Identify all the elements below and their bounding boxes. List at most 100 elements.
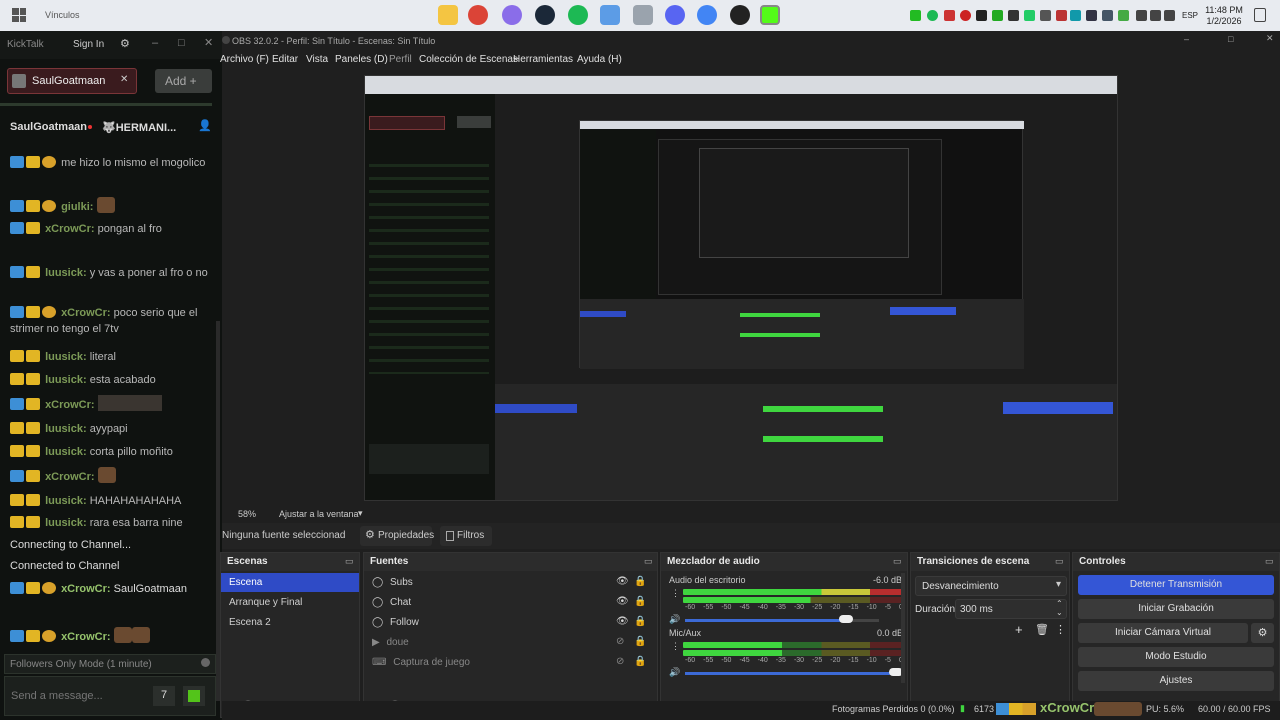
menu-vista[interactable]: Vista bbox=[306, 54, 328, 65]
message-input[interactable] bbox=[11, 687, 141, 705]
preview-canvas[interactable] bbox=[364, 75, 1118, 501]
source-item[interactable]: ▶ doue ⊘ 🔒 bbox=[364, 633, 654, 652]
kick-emote-icon[interactable] bbox=[183, 686, 205, 706]
tray-icon[interactable] bbox=[1070, 10, 1081, 21]
studio-mode-button[interactable]: Modo Estudio bbox=[1078, 647, 1274, 667]
trash-icon[interactable]: 🗑 bbox=[1035, 623, 1049, 636]
menu-coleccion[interactable]: Colección de Escenas bbox=[419, 54, 518, 65]
tray-icon[interactable] bbox=[910, 10, 921, 21]
hidden-icon[interactable]: ⊘ bbox=[616, 656, 624, 667]
add-chatroom-button[interactable]: Add + bbox=[155, 69, 212, 93]
username[interactable]: luusick: bbox=[45, 267, 87, 279]
emote-picker-icon[interactable]: 7 bbox=[153, 686, 175, 706]
username[interactable]: luusick: bbox=[45, 495, 87, 507]
source-item[interactable]: ⌨ Captura de juego ⊘ 🔒 bbox=[364, 653, 654, 672]
lock-icon[interactable]: 🔒 bbox=[634, 596, 646, 607]
user-icon[interactable]: 👤 bbox=[198, 119, 212, 132]
source-item[interactable]: ◯ Subs 👁 🔒 bbox=[364, 573, 654, 592]
start-recording-button[interactable]: Iniciar Grabación bbox=[1078, 599, 1274, 619]
tray-icon[interactable] bbox=[1008, 10, 1019, 21]
lock-icon[interactable]: 🔒 bbox=[634, 656, 646, 667]
tray-icon[interactable] bbox=[1102, 10, 1113, 21]
close-icon[interactable]: ✕ bbox=[204, 36, 213, 49]
more-icon[interactable]: ⋮ bbox=[1055, 623, 1066, 636]
maximize-icon[interactable]: □ bbox=[1228, 34, 1233, 44]
obs-icon[interactable] bbox=[730, 5, 750, 25]
tray-icon[interactable] bbox=[1086, 10, 1097, 21]
dock-menu-icon[interactable]: ▭ bbox=[893, 556, 902, 567]
username[interactable]: xCrowCr: bbox=[61, 307, 111, 319]
tray-icon[interactable] bbox=[960, 10, 971, 21]
language-indicator[interactable]: ESP bbox=[1182, 11, 1198, 20]
zoom-level[interactable]: 58% bbox=[238, 509, 256, 519]
sign-in-button[interactable]: Sign In bbox=[73, 39, 104, 50]
filters-button[interactable]: Filtros bbox=[440, 526, 492, 546]
transition-select[interactable]: Desvanecimiento ▾ bbox=[915, 576, 1067, 596]
tray-icon[interactable] bbox=[1056, 10, 1067, 21]
lock-icon[interactable]: 🔒 bbox=[634, 576, 646, 587]
dock-menu-icon[interactable]: ▭ bbox=[1265, 556, 1274, 567]
spinner-up-icon[interactable]: ⌃ bbox=[1056, 599, 1063, 608]
properties-button[interactable]: ⚙ Propiedades bbox=[360, 526, 434, 546]
tray-icon[interactable] bbox=[1118, 10, 1129, 21]
username[interactable]: giulki: bbox=[61, 201, 93, 213]
channel-menu-icon[interactable]: ⋮ bbox=[671, 588, 680, 599]
minimize-icon[interactable]: – bbox=[1184, 34, 1189, 44]
scene-item[interactable]: Arranque y Final bbox=[221, 593, 359, 612]
visibility-icon[interactable]: 👁 bbox=[616, 596, 629, 607]
spinner-down-icon[interactable]: ⌄ bbox=[1056, 608, 1063, 617]
add-icon[interactable]: + bbox=[1015, 622, 1023, 637]
username[interactable]: luusick: bbox=[45, 446, 87, 458]
volume-icon[interactable]: 🔊 bbox=[669, 667, 680, 678]
menu-perfil[interactable]: Perfil bbox=[389, 54, 412, 65]
steam-icon[interactable] bbox=[535, 5, 555, 25]
mixer-scrollbar[interactable] bbox=[901, 573, 905, 683]
volume-slider-handle[interactable] bbox=[839, 615, 853, 623]
file-explorer-icon[interactable] bbox=[438, 5, 458, 25]
zoom-fit[interactable]: Ajustar a la ventana bbox=[279, 509, 359, 519]
volume-icon[interactable] bbox=[1150, 10, 1161, 21]
app-icon[interactable] bbox=[633, 5, 653, 25]
channel-menu-icon[interactable]: ⋮ bbox=[671, 641, 680, 652]
info-icon[interactable] bbox=[201, 658, 210, 667]
volume-icon[interactable]: 🔊 bbox=[669, 614, 680, 625]
chatroom-tab[interactable]: SaulGoatmaan ✕ bbox=[7, 68, 137, 94]
username[interactable]: luusick: bbox=[45, 374, 87, 386]
username[interactable]: xCrowCr: bbox=[61, 583, 111, 595]
kick-icon[interactable] bbox=[760, 5, 780, 25]
visibility-icon[interactable]: 👁 bbox=[616, 576, 629, 587]
scene-item[interactable]: Escena bbox=[221, 573, 359, 592]
close-icon[interactable]: ✕ bbox=[1266, 33, 1274, 44]
photos-icon[interactable] bbox=[600, 5, 620, 25]
copilot-icon[interactable] bbox=[502, 5, 522, 25]
lock-icon[interactable]: 🔒 bbox=[634, 636, 646, 647]
tray-icon[interactable] bbox=[976, 10, 987, 21]
duration-spinner[interactable]: 300 ms ⌃ ⌄ bbox=[955, 599, 1067, 619]
lock-icon[interactable]: 🔒 bbox=[634, 616, 646, 627]
menu-herramientas[interactable]: Herramientas bbox=[513, 54, 573, 65]
source-item[interactable]: ◯ Chat 👁 🔒 bbox=[364, 593, 654, 612]
spotify-icon[interactable] bbox=[568, 5, 588, 25]
wifi-icon[interactable] bbox=[1136, 10, 1147, 21]
menu-editar[interactable]: Editar bbox=[272, 54, 298, 65]
discord-icon[interactable] bbox=[665, 5, 685, 25]
start-virtual-camera-button[interactable]: Iniciar Cámara Virtual bbox=[1078, 623, 1248, 643]
username[interactable]: xCrowCr: bbox=[45, 471, 95, 483]
scene-item[interactable]: Escena 2 bbox=[221, 613, 359, 632]
notifications-icon[interactable] bbox=[1254, 8, 1266, 22]
username[interactable]: xCrowCr: bbox=[45, 223, 95, 235]
virtual-camera-settings-button[interactable]: ⚙ bbox=[1251, 623, 1274, 643]
settings-button[interactable]: Ajustes bbox=[1078, 671, 1274, 691]
stop-streaming-button[interactable]: Detener Transmisión bbox=[1078, 575, 1274, 595]
tray-icon[interactable] bbox=[1040, 10, 1051, 21]
maximize-icon[interactable]: □ bbox=[178, 37, 185, 49]
tray-icon[interactable] bbox=[992, 10, 1003, 21]
username[interactable]: luusick: bbox=[45, 423, 87, 435]
username[interactable]: xCrowCr: bbox=[45, 399, 95, 411]
tab-close-icon[interactable]: ✕ bbox=[120, 74, 128, 85]
tray-icon[interactable] bbox=[1024, 10, 1035, 21]
windows-icon[interactable] bbox=[12, 8, 26, 22]
tray-icon[interactable] bbox=[944, 10, 955, 21]
menu-paneles[interactable]: Paneles (D) bbox=[335, 54, 388, 65]
tray-icon[interactable] bbox=[927, 10, 938, 21]
